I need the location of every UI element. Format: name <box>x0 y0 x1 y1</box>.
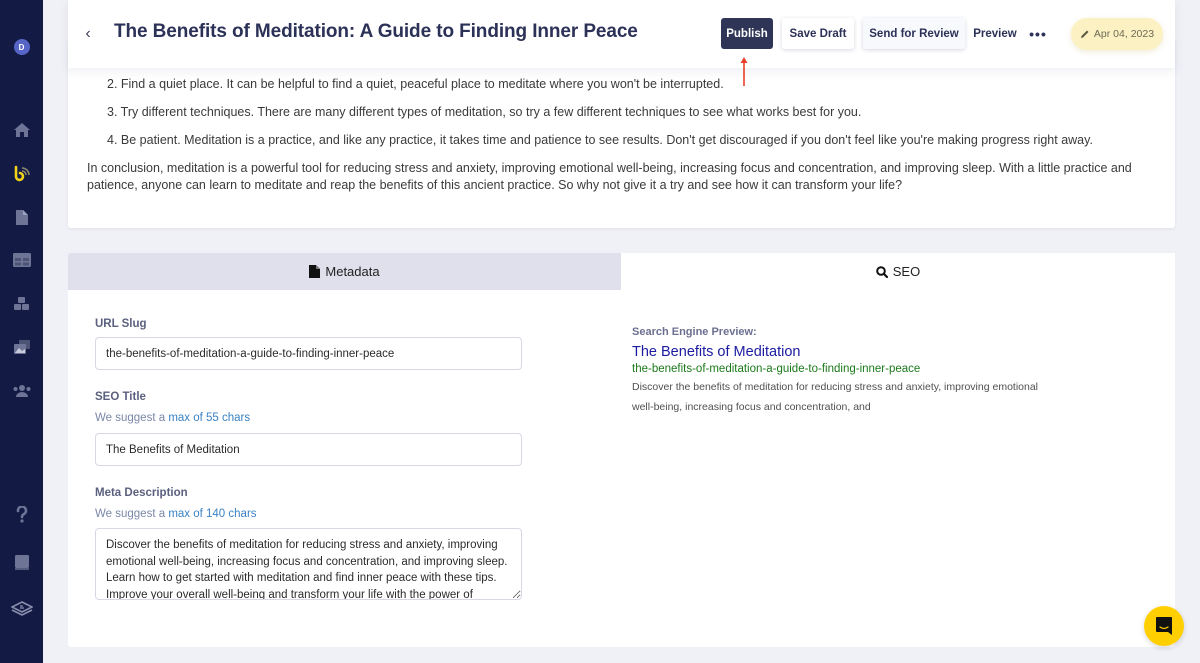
sidebar-item-media[interactable] <box>0 335 43 359</box>
sidebar-item-docs[interactable] <box>0 550 43 574</box>
search-preview-description: Discover the benefits of meditation for … <box>632 381 1039 413</box>
book-icon <box>14 554 29 570</box>
users-icon <box>13 385 30 397</box>
meta-description-textarea[interactable]: Discover the benefits of meditation for … <box>95 528 522 600</box>
page-title: The Benefits of Meditation: A Guide to F… <box>114 21 638 42</box>
grid-icon <box>12 253 31 267</box>
sidebar: D <box>0 0 43 663</box>
sidebar-item-layouts[interactable] <box>0 248 43 272</box>
cubes-icon <box>13 297 29 310</box>
article-paragraph: 4. Be patient. Meditation is a practice,… <box>107 133 1093 147</box>
url-slug-label: URL Slug <box>95 318 147 330</box>
seo-title-hint-limit: max of 55 chars <box>168 412 251 424</box>
editor-header: ‹ The Benefits of Meditation: A Guide to… <box>68 0 1175 68</box>
article-paragraph: 2. Find a quiet place. It can be helpful… <box>107 77 724 91</box>
brand-logo-icon <box>14 165 30 182</box>
tab-metadata[interactable]: Metadata <box>68 253 621 290</box>
meta-description-label: Meta Description <box>95 487 188 499</box>
pencil-icon <box>1080 30 1089 38</box>
search-preview-label: Search Engine Preview: <box>632 326 757 338</box>
layers-icon <box>10 601 33 616</box>
annotation-arrow-icon <box>740 57 748 86</box>
seo-title-hint: We suggest a max of 55 chars <box>95 412 250 424</box>
tab-seo-label: SEO <box>892 264 921 279</box>
date-text: Apr 04, 2023 <box>1093 28 1155 40</box>
meta-description-hint: We suggest a max of 140 chars <box>95 508 257 520</box>
date-badge[interactable]: Apr 04, 2023 <box>1071 18 1163 50</box>
avatar-initial: D <box>13 39 30 55</box>
publish-button[interactable]: Publish <box>721 18 773 49</box>
sidebar-item-team[interactable] <box>0 379 43 403</box>
tab-seo[interactable]: SEO <box>621 253 1175 290</box>
tab-metadata-label: Metadata <box>325 264 380 279</box>
seo-title-hint-prefix: We suggest a <box>95 412 169 424</box>
article-paragraph: In conclusion, meditation is a powerful … <box>87 161 1132 192</box>
sidebar-item-home[interactable] <box>0 118 43 142</box>
question-icon <box>16 505 27 523</box>
chat-icon <box>1156 617 1172 635</box>
chat-support-button[interactable] <box>1144 606 1184 646</box>
media-icon <box>13 340 30 354</box>
home-icon <box>13 123 30 137</box>
search-preview-url: the-benefits-of-meditation-a-guide-to-fi… <box>632 363 921 375</box>
sidebar-item-help[interactable] <box>0 502 43 526</box>
seo-title-input[interactable] <box>95 433 522 466</box>
seo-title-label: SEO Title <box>95 391 146 403</box>
back-button[interactable]: ‹ <box>80 22 96 46</box>
user-avatar[interactable]: D <box>0 35 43 59</box>
sidebar-item-brand[interactable] <box>0 161 43 185</box>
file-icon <box>309 265 321 278</box>
preview-button[interactable]: Preview <box>971 18 1019 49</box>
sidebar-item-apps[interactable] <box>0 597 43 621</box>
article-body[interactable]: 2. Find a quiet place. It can be helpful… <box>68 40 1175 228</box>
ellipsis-icon: ••• <box>1029 25 1047 42</box>
document-icon <box>15 209 28 225</box>
meta-description-hint-limit: max of 140 chars <box>168 508 257 520</box>
chevron-left-icon: ‹ <box>85 25 91 42</box>
metadata-seo-panel: Metadata SEO URL Slug SEO Title We sugge… <box>68 253 1175 647</box>
url-slug-input[interactable] <box>95 337 522 370</box>
sidebar-item-documents[interactable] <box>0 205 43 229</box>
meta-description-hint-prefix: We suggest a <box>95 508 169 520</box>
save-draft-button[interactable]: Save Draft <box>782 18 854 49</box>
search-preview-title: The Benefits of Meditation <box>632 344 801 360</box>
article-paragraph: 3. Try different techniques. There are m… <box>107 105 862 119</box>
send-for-review-button[interactable]: Send for Review <box>863 18 965 49</box>
sidebar-item-components[interactable] <box>0 292 43 316</box>
more-options-button[interactable]: ••• <box>1028 18 1048 49</box>
search-icon <box>875 265 888 278</box>
